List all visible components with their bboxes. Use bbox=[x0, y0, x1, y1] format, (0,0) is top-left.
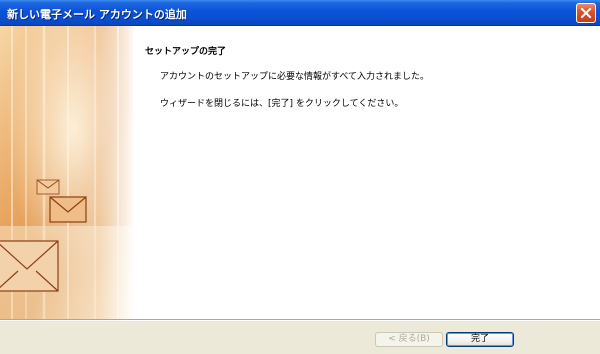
page-heading: セットアップの完了 bbox=[145, 47, 227, 57]
wizard-main-panel: セットアップの完了 アカウントのセットアップに必要な情報がすべて入力されました。… bbox=[133, 26, 600, 319]
finish-button[interactable]: 完了 bbox=[446, 332, 514, 347]
wizard-window: 新しい電子メール アカウントの追加 セットアップの完了 アカウントのセットアップ… bbox=[0, 0, 600, 354]
window-title: 新しい電子メール アカウントの追加 bbox=[7, 8, 187, 21]
finish-instruction: ウィザードを閉じるには、[完了] をクリックしてください。 bbox=[160, 99, 404, 109]
envelope-icon bbox=[0, 240, 59, 292]
envelope-icon bbox=[49, 196, 87, 223]
title-bar[interactable]: 新しい電子メール アカウントの追加 bbox=[0, 0, 600, 26]
completion-message: アカウントのセットアップに必要な情報がすべて入力されました。 bbox=[160, 72, 430, 82]
wizard-content: セットアップの完了 アカウントのセットアップに必要な情報がすべて入力されました。… bbox=[0, 26, 600, 319]
side-banner-image bbox=[0, 26, 133, 319]
envelope-icon bbox=[36, 179, 60, 195]
close-icon bbox=[580, 7, 592, 19]
close-button[interactable] bbox=[576, 3, 596, 23]
wizard-footer: < 戻る(B) 完了 bbox=[0, 319, 600, 354]
back-button[interactable]: < 戻る(B) bbox=[375, 332, 443, 347]
